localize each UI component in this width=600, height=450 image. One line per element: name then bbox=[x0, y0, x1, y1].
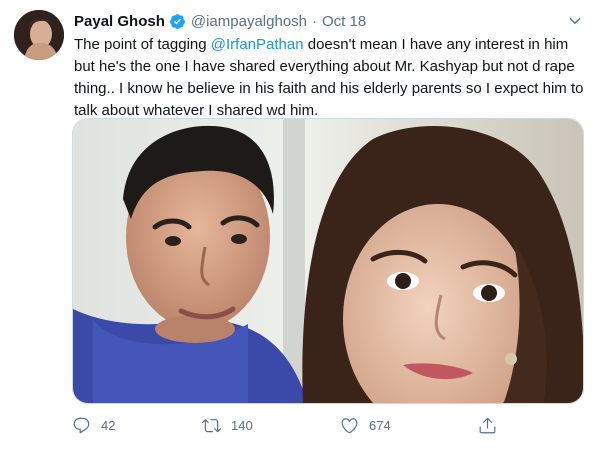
chevron-down-icon[interactable] bbox=[566, 12, 584, 30]
tweet-card[interactable]: Payal Ghosh @iampayalghosh · Oct 18 The … bbox=[0, 0, 600, 450]
retweet-button[interactable]: 140 bbox=[202, 412, 253, 438]
share-button[interactable] bbox=[478, 412, 507, 438]
tweet-text: The point of tagging @IrfanPathan doesn'… bbox=[74, 34, 586, 122]
reply-count: 42 bbox=[101, 417, 116, 433]
reply-button[interactable]: 42 bbox=[72, 412, 115, 438]
verified-badge-icon bbox=[169, 13, 186, 30]
tweet-photo[interactable] bbox=[72, 118, 584, 404]
retweet-count: 140 bbox=[231, 417, 253, 433]
author-handle[interactable]: @iampayalghosh bbox=[191, 13, 307, 30]
tweet-header: Payal Ghosh @iampayalghosh · Oct 18 bbox=[74, 11, 366, 31]
tweet-text-line-3: thing.. I know he believe in his faith a… bbox=[74, 80, 584, 97]
tweet-text-segment: doesn't mean I have any interest in him bbox=[303, 36, 569, 53]
share-icon bbox=[479, 417, 496, 433]
tweet-text-segment: The point of tagging bbox=[74, 36, 211, 53]
tweet-actions: 42 140 674 bbox=[72, 412, 512, 438]
selfie-photo bbox=[73, 119, 583, 403]
tweet-text-line-1: The point of tagging @IrfanPathan doesn'… bbox=[74, 34, 586, 56]
separator-dot: · bbox=[312, 12, 318, 30]
like-count: 674 bbox=[369, 417, 391, 433]
tweet-date[interactable]: Oct 18 bbox=[322, 13, 366, 30]
tweet-text-line-2: but he's the one I have shared everythin… bbox=[74, 58, 575, 75]
heart-icon bbox=[341, 417, 358, 433]
mention-link[interactable]: @IrfanPathan bbox=[211, 36, 304, 53]
avatar[interactable] bbox=[14, 10, 64, 60]
retweet-icon bbox=[202, 418, 221, 432]
author-name[interactable]: Payal Ghosh bbox=[74, 13, 165, 30]
like-button[interactable]: 674 bbox=[340, 412, 391, 438]
reply-icon bbox=[73, 417, 90, 433]
